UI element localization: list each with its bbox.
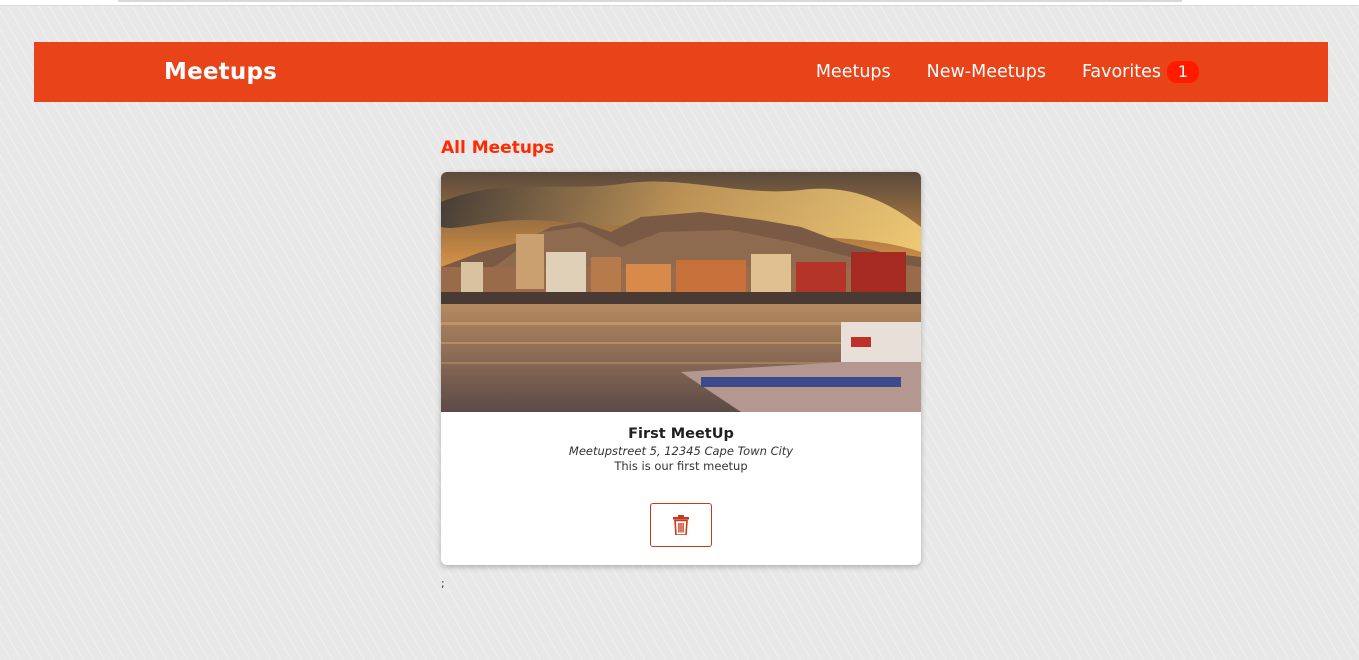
nav-link-meetups[interactable]: Meetups <box>816 62 891 82</box>
nav-link-favorites[interactable]: Favorites 1 <box>1082 61 1199 83</box>
top-strip-line <box>118 0 1182 2</box>
favorites-count-badge: 1 <box>1167 61 1199 83</box>
delete-meetup-button[interactable] <box>650 503 712 547</box>
brand-logo[interactable]: Meetups <box>164 59 277 85</box>
nav-link-meetups-label: Meetups <box>815 62 891 82</box>
meetup-image <box>441 172 921 412</box>
meetup-title: First MeetUp <box>628 426 734 442</box>
main-navigation: Meetups Meetups New-Meetups Favorites 1 <box>34 42 1328 102</box>
nav-link-favorites-label: Favorites <box>1081 62 1161 82</box>
nav-links: Meetups New-Meetups Favorites 1 <box>816 61 1199 83</box>
trash-icon <box>673 515 689 535</box>
browser-top-strip <box>0 0 1359 6</box>
trailing-text: ; <box>441 577 445 590</box>
meetup-description: This is our first meetup <box>614 459 748 473</box>
nav-link-new-meetups-label: New-Meetups <box>926 62 1046 82</box>
nav-link-new-meetups[interactable]: New-Meetups <box>927 62 1046 82</box>
meetup-card: First MeetUp Meetupstreet 5, 12345 Cape … <box>441 172 921 565</box>
meetup-card-content: First MeetUp Meetupstreet 5, 12345 Cape … <box>441 412 921 474</box>
meetup-address: Meetupstreet 5, 12345 Cape Town City <box>568 444 794 458</box>
page-title: All Meetups <box>441 138 555 158</box>
